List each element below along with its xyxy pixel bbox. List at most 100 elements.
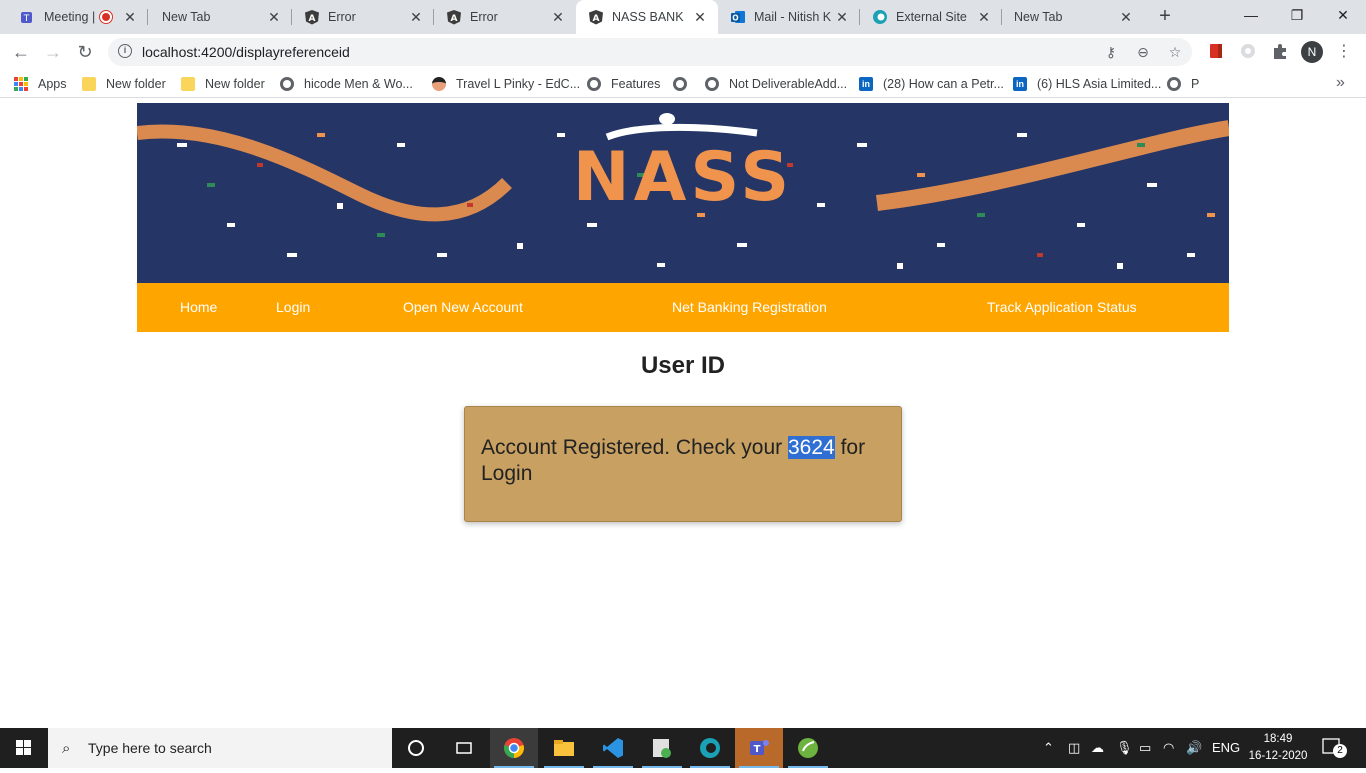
address-bar[interactable]: i localhost:4200/displayreferenceid ⚷ ⊖ … (108, 38, 1192, 66)
close-icon[interactable]: ✕ (692, 9, 708, 26)
clock-time: 18:49 (1263, 733, 1293, 745)
nass-logo: NASS (572, 138, 794, 217)
wifi-icon[interactable]: ◠ (1163, 728, 1174, 768)
bookmark-travel[interactable]: Travel L Pinky - EdC... (432, 75, 580, 93)
notifications-icon[interactable]: 2 (1322, 738, 1347, 758)
teams-taskbar-icon[interactable]: T (735, 728, 783, 768)
back-button[interactable]: ← (9, 40, 33, 64)
close-icon[interactable]: ✕ (266, 9, 282, 26)
clock-date: 16-12-2020 (1248, 750, 1308, 762)
nav-open-new-account[interactable]: Open New Account (403, 283, 523, 332)
cortana-icon[interactable] (392, 728, 440, 768)
taskbar-search[interactable]: ⌕ Type here to search (48, 728, 392, 768)
close-icon[interactable]: ✕ (976, 9, 992, 26)
angular-icon: A (446, 9, 462, 25)
nav-login[interactable]: Login (276, 283, 310, 332)
svg-text:O: O (732, 14, 738, 23)
angular-icon: A (304, 9, 320, 25)
info-icon[interactable]: i (118, 44, 132, 58)
apps-icon (14, 77, 28, 91)
clock[interactable]: 18:49 16-12-2020 (1248, 731, 1308, 765)
tab-meeting[interactable]: T Meeting | ✕ (8, 0, 148, 34)
bookmark-p[interactable]: P (1167, 75, 1199, 93)
task-view-icon[interactable] (440, 728, 488, 768)
browser-toolbar: ← → ↻ i localhost:4200/displayreferencei… (0, 34, 1366, 70)
bookmark-linkedin-1[interactable]: in (28) How can a Petr... (859, 75, 1004, 93)
spring-tool-icon[interactable] (784, 728, 832, 768)
close-icon[interactable]: ✕ (550, 9, 566, 26)
bookmark-apps[interactable]: Apps (14, 75, 67, 93)
bookmark-unnamed[interactable] (673, 75, 697, 93)
nav-track-application-status[interactable]: Track Application Status (987, 283, 1137, 332)
tab-external-site[interactable]: External Site ✕ (860, 0, 1002, 34)
extension-gray-icon[interactable] (1239, 42, 1257, 60)
profile-avatar[interactable]: N (1301, 41, 1323, 63)
tab-nass-bank[interactable]: A NASS BANK ✕ (576, 0, 718, 34)
outlook-icon: O (730, 9, 746, 25)
globe-icon (280, 77, 294, 91)
svg-text:A: A (309, 14, 316, 24)
tab-strip: T Meeting | ✕ New Tab ✕ A Error ✕ A Erro… (0, 0, 1366, 34)
forward-button[interactable]: → (41, 40, 65, 64)
extension-red-icon[interactable] (1207, 42, 1225, 60)
tab-error-1[interactable]: A Error ✕ (292, 0, 434, 34)
menu-dots-icon[interactable]: ⋮ (1336, 40, 1352, 64)
media-app-icon[interactable] (638, 728, 686, 768)
svg-text:A: A (593, 14, 600, 24)
avatar-icon (432, 77, 446, 91)
svg-text:T: T (754, 744, 761, 755)
meet-now-icon[interactable]: ◫ (1068, 728, 1080, 768)
zoom-icon[interactable]: ⊖ (1134, 43, 1152, 61)
bookmark-folder-1[interactable]: New folder (82, 75, 166, 93)
reload-button[interactable]: ↻ (73, 40, 97, 64)
file-explorer-icon[interactable] (540, 728, 588, 768)
language-indicator[interactable]: ENG (1212, 728, 1240, 768)
bookmarks-bar: Apps New folder New folder hicode Men & … (0, 70, 1366, 98)
vscode-icon[interactable] (589, 728, 637, 768)
tab-new-tab-2[interactable]: New Tab ✕ (1002, 0, 1144, 34)
user-id-value: 3624 (788, 436, 835, 459)
close-window-button[interactable]: ✕ (1320, 0, 1366, 30)
windows-start-icon[interactable] (0, 728, 48, 768)
svg-text:A: A (451, 14, 458, 24)
speaker-icon[interactable]: 🔊 (1186, 728, 1202, 768)
tab-new-tab-1[interactable]: New Tab ✕ (150, 0, 292, 34)
restore-button[interactable]: ❐ (1274, 0, 1320, 30)
close-icon[interactable]: ✕ (408, 9, 424, 26)
chrome-icon[interactable] (490, 728, 538, 768)
edge-taskbar-icon[interactable] (686, 728, 734, 768)
notification-count: 2 (1333, 744, 1347, 758)
alert-message: Account Registered. Check your 3624 for … (481, 436, 866, 485)
folder-icon (82, 77, 96, 91)
key-icon[interactable]: ⚷ (1102, 43, 1120, 61)
angular-icon: A (588, 9, 604, 25)
close-icon[interactable]: ✕ (834, 9, 850, 26)
microphone-icon[interactable]: 🎙 (1116, 728, 1133, 768)
edge-icon (872, 9, 888, 25)
globe-icon (587, 77, 601, 91)
bookmark-hicode[interactable]: hicode Men & Wo... (280, 75, 413, 93)
battery-icon[interactable]: ▭ (1139, 728, 1151, 768)
banner: NASS (137, 103, 1229, 283)
bookmark-folder-2[interactable]: New folder (181, 75, 265, 93)
url-text[interactable]: localhost:4200/displayreferenceid (142, 44, 350, 60)
new-tab-button[interactable]: + (1154, 6, 1176, 28)
close-icon[interactable]: ✕ (1118, 9, 1134, 26)
nav-home[interactable]: Home (180, 283, 217, 332)
onedrive-icon[interactable]: ☁ (1091, 728, 1104, 768)
linkedin-icon: in (859, 77, 873, 91)
registration-alert: Account Registered. Check your 3624 for … (464, 406, 902, 522)
bookmark-linkedin-2[interactable]: in (6) HLS Asia Limited... (1013, 75, 1161, 93)
nav-net-banking-registration[interactable]: Net Banking Registration (672, 283, 827, 332)
minimize-button[interactable]: — (1228, 0, 1274, 30)
tab-mail[interactable]: O Mail - Nitish K ✕ (718, 0, 860, 34)
bookmark-not-deliverable[interactable]: Not DeliverableAdd... (705, 75, 847, 93)
close-icon[interactable]: ✕ (122, 9, 138, 26)
svg-text:T: T (23, 14, 30, 24)
chevron-right-icon[interactable]: » (1336, 74, 1345, 92)
puzzle-icon[interactable] (1271, 42, 1289, 60)
bookmark-features[interactable]: Features (587, 75, 660, 93)
chevron-up-icon[interactable]: ⌃ (1043, 728, 1054, 768)
bookmark-star-icon[interactable]: ☆ (1166, 43, 1184, 61)
tab-error-2[interactable]: A Error ✕ (434, 0, 576, 34)
